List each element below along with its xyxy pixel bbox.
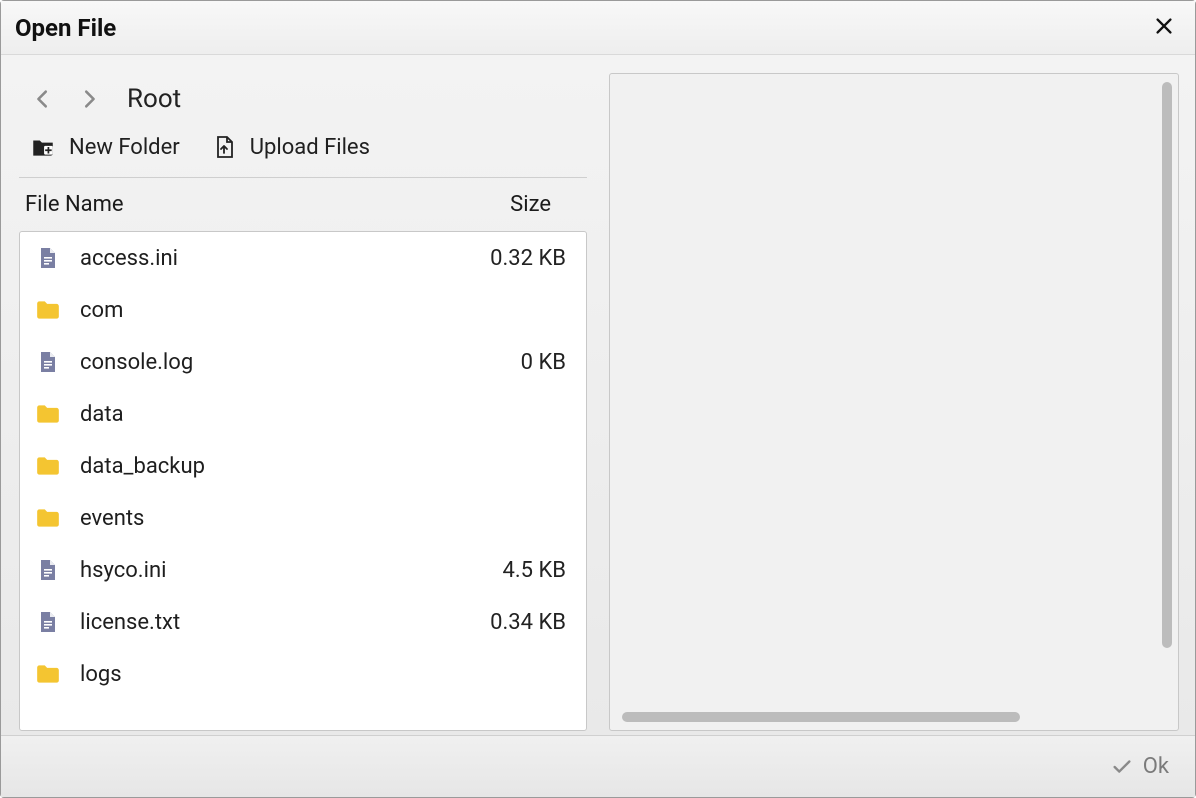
column-headers: File Name Size bbox=[19, 178, 587, 231]
column-size[interactable]: Size bbox=[510, 192, 551, 217]
list-item[interactable]: hsyco.ini 4.5 KB bbox=[20, 544, 586, 596]
list-item[interactable]: license.txt 0.34 KB bbox=[20, 596, 586, 648]
list-item[interactable]: data bbox=[20, 388, 586, 440]
open-file-dialog: Open File Root New Folder bbox=[0, 0, 1196, 798]
browser-pane: Root New Folder Upload Files File Na bbox=[19, 73, 587, 731]
check-icon bbox=[1111, 756, 1133, 778]
dialog-content: Root New Folder Upload Files File Na bbox=[1, 55, 1195, 735]
new-folder-button[interactable]: New Folder bbox=[29, 133, 180, 161]
folder-icon bbox=[34, 400, 62, 428]
titlebar: Open File bbox=[1, 1, 1195, 55]
item-size: 4.5 KB bbox=[503, 558, 573, 583]
list-item[interactable]: console.log 0 KB bbox=[20, 336, 586, 388]
close-icon bbox=[1153, 15, 1175, 37]
ok-button[interactable]: Ok bbox=[1111, 754, 1169, 779]
list-item[interactable]: access.ini 0.32 KB bbox=[20, 232, 586, 284]
chevron-left-icon bbox=[32, 88, 54, 110]
back-button[interactable] bbox=[25, 81, 61, 117]
preview-pane bbox=[609, 73, 1179, 731]
folder-icon bbox=[34, 452, 62, 480]
item-name: data bbox=[80, 402, 548, 427]
item-name: com bbox=[80, 298, 548, 323]
item-name: hsyco.ini bbox=[80, 558, 485, 583]
list-item[interactable]: logs bbox=[20, 648, 586, 700]
file-icon bbox=[34, 556, 62, 584]
file-list[interactable]: access.ini 0.32 KB com console.log 0 KB … bbox=[19, 231, 587, 731]
upload-icon bbox=[210, 133, 238, 161]
breadcrumb[interactable]: Root bbox=[127, 84, 181, 114]
new-folder-label: New Folder bbox=[69, 135, 180, 160]
item-size: 0 KB bbox=[521, 350, 572, 375]
preview-horizontal-scrollbar[interactable] bbox=[622, 712, 1020, 722]
list-item[interactable]: data_backup bbox=[20, 440, 586, 492]
dialog-footer: Ok bbox=[1, 735, 1195, 797]
dialog-title: Open File bbox=[15, 14, 116, 42]
item-name: events bbox=[80, 506, 548, 531]
folder-icon bbox=[34, 504, 62, 532]
preview-vertical-scrollbar[interactable] bbox=[1162, 82, 1172, 648]
folder-icon bbox=[34, 296, 62, 324]
item-name: console.log bbox=[80, 350, 503, 375]
toolbar: New Folder Upload Files bbox=[19, 133, 587, 178]
item-size: 0.34 KB bbox=[490, 610, 572, 635]
list-item[interactable]: com bbox=[20, 284, 586, 336]
item-name: license.txt bbox=[80, 610, 472, 635]
chevron-right-icon bbox=[78, 88, 100, 110]
upload-files-button[interactable]: Upload Files bbox=[210, 133, 370, 161]
close-button[interactable] bbox=[1147, 10, 1181, 46]
folder-icon bbox=[34, 660, 62, 688]
item-size: 0.32 KB bbox=[490, 246, 572, 271]
upload-files-label: Upload Files bbox=[250, 135, 370, 160]
item-name: access.ini bbox=[80, 246, 472, 271]
nav-row: Root bbox=[19, 73, 587, 133]
new-folder-icon bbox=[29, 133, 57, 161]
forward-button[interactable] bbox=[71, 81, 107, 117]
file-icon bbox=[34, 348, 62, 376]
item-name: logs bbox=[80, 662, 548, 687]
column-name[interactable]: File Name bbox=[25, 192, 124, 217]
item-name: data_backup bbox=[80, 454, 548, 479]
file-icon bbox=[34, 608, 62, 636]
ok-label: Ok bbox=[1143, 754, 1169, 779]
file-icon bbox=[34, 244, 62, 272]
list-item[interactable]: events bbox=[20, 492, 586, 544]
